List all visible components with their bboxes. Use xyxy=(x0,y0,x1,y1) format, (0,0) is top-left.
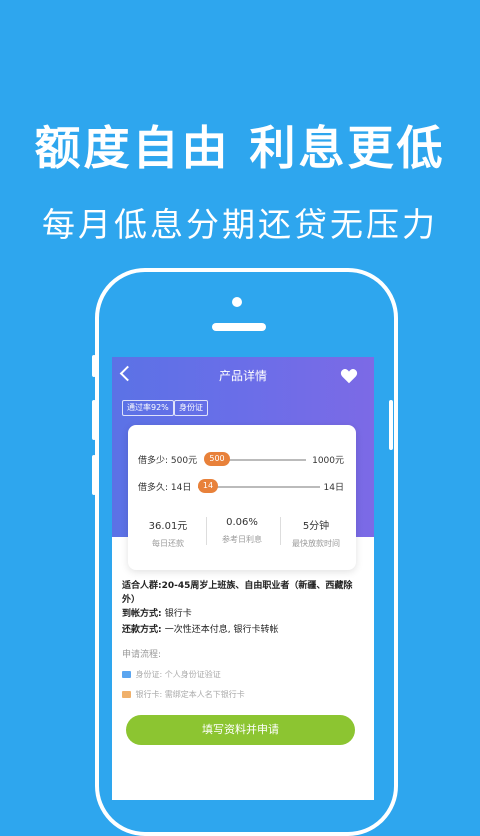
bank-card-icon xyxy=(122,691,131,698)
stat-value: 36.01元 xyxy=(148,521,188,532)
daily-repayment-stat: 36.01元 每日还款 xyxy=(130,517,206,549)
stat-label: 每日还款 xyxy=(152,539,184,548)
flow-item-name: 银行卡: xyxy=(135,690,163,699)
phone-side-button-left xyxy=(92,455,96,495)
repayment-label: 还款方式: xyxy=(122,625,162,635)
amount-label: 借多少: 500元 xyxy=(138,456,198,466)
term-label: 借多久: 14日 xyxy=(138,483,192,493)
apply-button[interactable]: 填写资料并申请 xyxy=(126,715,355,745)
audience-label: 适合人群: xyxy=(122,581,162,591)
flow-item-name: 身份证: xyxy=(135,670,163,679)
phone-side-button-left xyxy=(92,355,96,377)
audience-info: 适合人群:20-45周岁上班族、自由职业者（新疆、西藏除外） xyxy=(122,579,362,607)
id-card-icon xyxy=(122,671,131,678)
amount-thumb[interactable]: 500 xyxy=(204,452,230,466)
stat-value: 0.06% xyxy=(226,517,258,528)
term-thumb[interactable]: 14 xyxy=(198,479,218,493)
promo-headline: 额度自由 利息更低 xyxy=(34,121,446,175)
flow-item-id-card: 身份证: 个人身份证验证 xyxy=(122,669,221,680)
app-screen: 产品详情 通过率92% 身份证 借多少: 500元 500 1000元 借多久:… xyxy=(112,357,374,800)
daily-interest-stat: 0.06% 参考日利息 xyxy=(204,517,280,545)
stat-label: 最快放款时间 xyxy=(292,539,340,548)
pass-rate-tag: 通过率92% xyxy=(122,400,174,416)
repayment-value: 一次性还本付息, 银行卡转帐 xyxy=(164,625,279,635)
amount-slider[interactable]: 借多少: 500元 500 1000元 xyxy=(128,450,356,470)
phone-speaker xyxy=(212,323,266,331)
repayment-info: 还款方式: 一次性还本付息, 银行卡转帐 xyxy=(122,623,278,637)
flow-title: 申请流程: xyxy=(122,650,162,660)
promo-subline: 每月低息分期还贷无压力 xyxy=(42,205,438,244)
flow-item-bank-card: 银行卡: 需绑定本人名下银行卡 xyxy=(122,689,245,700)
term-slider[interactable]: 借多久: 14日 14 14日 xyxy=(128,477,356,497)
flow-item-desc: 需绑定本人名下银行卡 xyxy=(164,690,245,699)
term-max: 14日 xyxy=(323,483,344,493)
phone-camera xyxy=(232,297,242,307)
amount-max: 1000元 xyxy=(312,456,344,466)
phone-side-button-right xyxy=(389,400,393,450)
id-card-tag: 身份证 xyxy=(174,400,208,416)
payout-value: 银行卡 xyxy=(164,609,192,619)
phone-side-button-left xyxy=(92,400,96,440)
loan-card: 借多少: 500元 500 1000元 借多久: 14日 14 14日 36.0… xyxy=(128,425,356,570)
payout-label: 到帐方式: xyxy=(122,609,162,619)
page-title: 产品详情 xyxy=(218,369,267,383)
stat-label: 参考日利息 xyxy=(222,535,262,544)
payout-info: 到帐方式: 银行卡 xyxy=(122,607,192,621)
stat-value: 5分钟 xyxy=(302,521,330,532)
loan-time-stat: 5分钟 最快放款时间 xyxy=(278,517,354,549)
flow-item-desc: 个人身份证验证 xyxy=(164,670,221,679)
heart-icon[interactable] xyxy=(340,368,358,384)
